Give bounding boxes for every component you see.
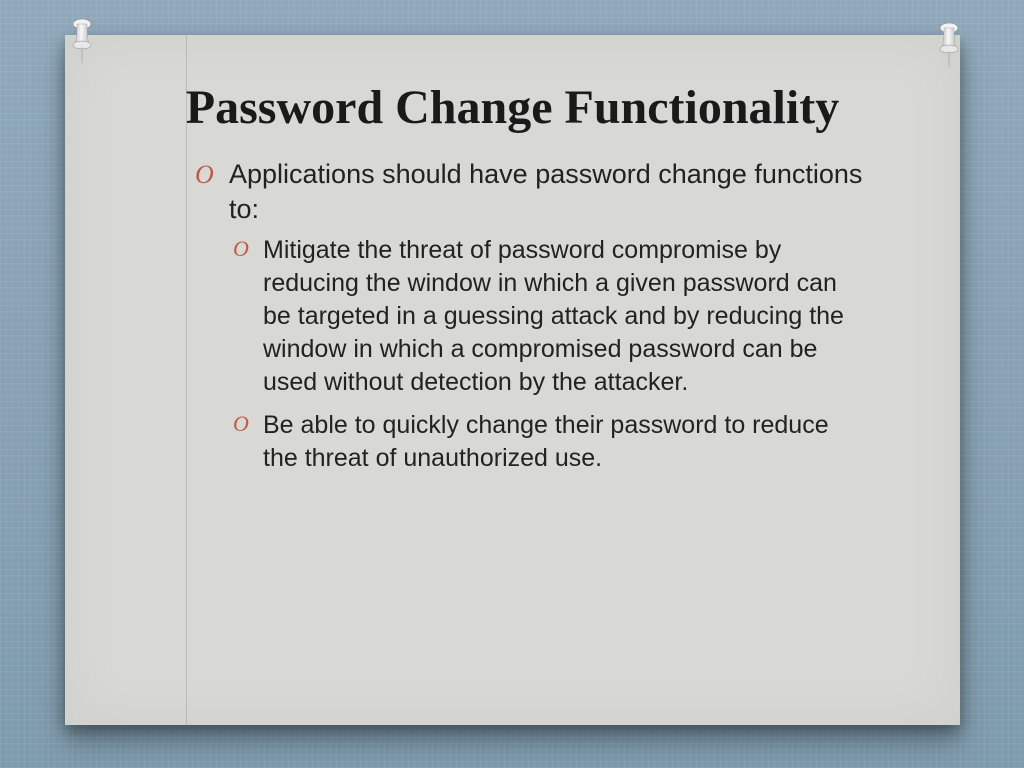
slide-title: Password Change Functionality: [65, 35, 960, 157]
bullet-level2: O Mitigate the threat of password compro…: [233, 234, 865, 399]
bullet-level1: O Applications should have password chan…: [195, 157, 865, 228]
bullet-text: Mitigate the threat of password compromi…: [263, 234, 865, 399]
bullet-text: Be able to quickly change their password…: [263, 409, 865, 475]
bullet-text: Applications should have password change…: [229, 157, 865, 228]
bullet-marker-icon: O: [233, 409, 263, 436]
bullet-level2: O Be able to quickly change their passwo…: [233, 409, 865, 475]
bullet-marker-icon: O: [233, 234, 263, 261]
slide-card: Password Change Functionality O Applicat…: [65, 35, 960, 725]
slide-content: O Applications should have password chan…: [65, 157, 960, 475]
bullet-marker-icon: O: [195, 157, 229, 190]
